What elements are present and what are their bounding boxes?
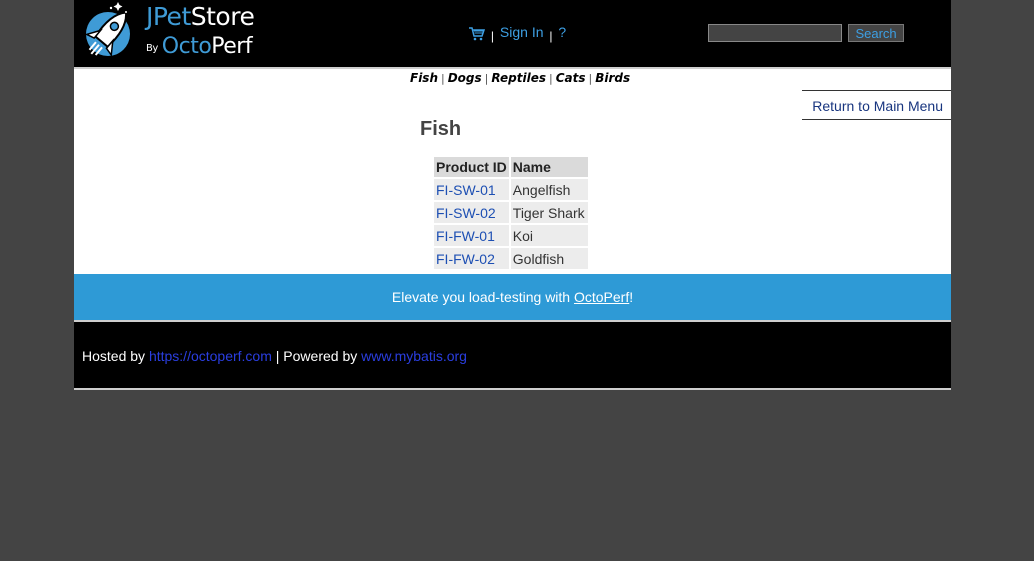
hosted-by-label: Hosted by xyxy=(82,348,149,364)
quicklink-reptiles[interactable]: Reptiles xyxy=(491,71,546,85)
logo-j: J xyxy=(146,2,153,31)
product-id-link[interactable]: FI-SW-01 xyxy=(434,179,509,200)
quicklink-separator: | xyxy=(549,72,553,85)
promo-suffix: ! xyxy=(629,289,634,305)
logo-octo: Octo xyxy=(161,34,212,59)
help-link[interactable]: ? xyxy=(558,24,566,40)
content: Fish | Dogs | Reptiles | Cats | Birds Return to … xyxy=(74,69,951,274)
cart-icon xyxy=(469,27,485,41)
product-id-link[interactable]: FI-SW-02 xyxy=(434,202,509,223)
product-id-link[interactable]: FI-FW-02 xyxy=(434,248,509,269)
logo[interactable]: JPetStore By OctoPerf xyxy=(80,0,270,62)
page-container: JPetStore By OctoPerf | Sign In | ? Searc… xyxy=(74,0,951,390)
return-to-main-menu-link[interactable]: Return to Main Menu xyxy=(802,90,951,120)
quicklink-birds[interactable]: Birds xyxy=(595,71,630,85)
table-row: FI-FW-01 Koi xyxy=(434,225,588,246)
octoperf-link[interactable]: OctoPerf xyxy=(574,289,629,305)
cart-link[interactable] xyxy=(469,24,489,41)
column-header-product-id: Product ID xyxy=(434,157,509,177)
powered-by-label: | Powered by xyxy=(271,348,362,364)
octoperf-url-link[interactable]: https://octoperf.com xyxy=(149,348,272,364)
quicklink-separator: | xyxy=(588,72,593,85)
search-input[interactable] xyxy=(708,24,842,42)
logo-pet: Pet xyxy=(152,2,191,31)
mybatis-link[interactable]: www.mybatis.org xyxy=(361,348,467,364)
product-name: Goldfish xyxy=(510,248,588,269)
product-name: Angelfish xyxy=(510,179,588,200)
sign-in-link[interactable]: Sign In xyxy=(500,24,544,40)
quicklink-cats[interactable]: Cats xyxy=(556,71,586,85)
table-row: FI-FW-02 Goldfish xyxy=(434,248,588,269)
quicklink-dogs[interactable]: Dogs xyxy=(448,71,482,85)
column-header-name: Name xyxy=(510,157,588,177)
quicklink-separator: | xyxy=(484,72,489,85)
product-table: Product ID Name FI-SW-01 Angelfish FI-SW… xyxy=(432,155,590,271)
header-menu: | Sign In | ? xyxy=(469,24,566,43)
search-button[interactable]: Search xyxy=(848,24,904,42)
product-name: Tiger Shark xyxy=(510,202,588,223)
table-row: FI-SW-01 Angelfish xyxy=(434,179,588,200)
quick-links: Fish | Dogs | Reptiles | Cats | Birds xyxy=(410,71,630,85)
search-form: Search xyxy=(708,24,904,42)
logo-perf: Perf xyxy=(211,34,253,59)
page-title: Fish xyxy=(420,118,462,140)
logo-store: Store xyxy=(190,2,255,31)
promo-banner: Elevate you load-testing with OctoPerf! xyxy=(74,274,951,322)
menu-separator: | xyxy=(490,29,495,43)
quicklink-separator: | xyxy=(441,72,445,85)
logo-by: By xyxy=(146,43,158,54)
logo-title: JPetStore xyxy=(146,2,255,31)
product-id-link[interactable]: FI-FW-01 xyxy=(434,225,509,246)
quicklink-fish[interactable]: Fish xyxy=(410,71,438,85)
promo-text: Elevate you load-testing with xyxy=(391,289,574,305)
table-header-row: Product ID Name xyxy=(434,157,588,177)
table-row: FI-SW-02 Tiger Shark xyxy=(434,202,588,223)
header: JPetStore By OctoPerf | Sign In | ? Searc… xyxy=(74,0,951,69)
footer-text: Hosted by https://octoperf.com | Powered… xyxy=(82,348,467,364)
logo-subtitle: By OctoPerf xyxy=(146,34,253,59)
menu-separator: | xyxy=(549,29,553,43)
rocket-logo-icon xyxy=(84,2,130,58)
footer: Hosted by https://octoperf.com | Powered… xyxy=(74,322,951,390)
product-name: Koi xyxy=(510,225,588,246)
